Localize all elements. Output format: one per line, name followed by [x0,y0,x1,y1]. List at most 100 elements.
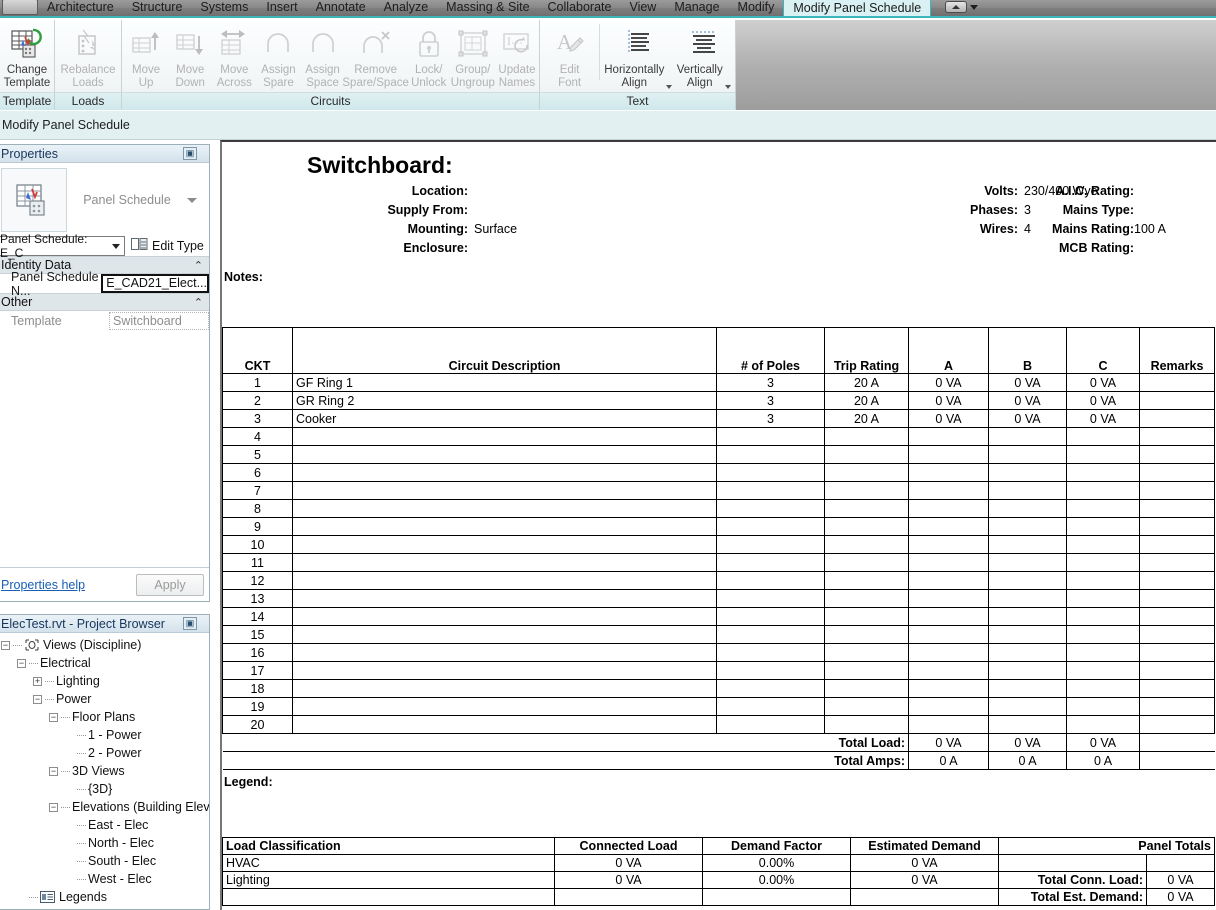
cell-phase-b[interactable] [988,517,1067,536]
cell-poles[interactable] [716,625,825,644]
cell-phase-c[interactable] [1066,607,1140,626]
lc-col-header-estimated[interactable]: Estimated Demand [850,837,999,855]
cell-remarks[interactable] [1139,643,1215,662]
cell-phase-b[interactable]: 0 VA [988,391,1067,410]
cell-phase-a[interactable] [908,553,989,572]
cell-trip-rating[interactable] [824,517,909,536]
cell-trip-rating[interactable]: 20 A [824,409,909,428]
lc-cell-demand-factor[interactable] [702,888,851,906]
cell-trip-rating[interactable] [824,607,909,626]
collapse-icon[interactable]: − [49,766,58,776]
cell-remarks[interactable] [1139,445,1215,464]
cell-description[interactable] [292,517,717,536]
circuit-row[interactable]: 9 [222,517,1215,536]
circuit-row[interactable]: 16 [222,643,1215,662]
circuit-row[interactable]: 10 [222,535,1215,554]
cell-phase-b[interactable] [988,697,1067,716]
vertically-align-button[interactable]: Vertically Align [672,24,735,89]
col-header-desc[interactable]: Circuit Description [292,327,717,374]
ribbon-tab-manage[interactable]: Manage [665,0,728,16]
tree-item-3d[interactable]: {3D} [0,780,209,798]
change-template-button[interactable]: Change Template [0,24,54,89]
cell-remarks[interactable] [1139,661,1215,680]
cell-trip-rating[interactable] [824,643,909,662]
cell-ckt[interactable]: 16 [222,643,293,662]
cell-description[interactable] [292,427,717,446]
cell-poles[interactable] [716,499,825,518]
cell-phase-c[interactable] [1066,715,1140,734]
cell-phase-c[interactable]: 0 VA [1066,391,1140,410]
cell-phase-c[interactable] [1066,445,1140,464]
cell-trip-rating[interactable] [824,427,909,446]
cell-phase-b[interactable]: 0 VA [988,409,1067,428]
cell-description[interactable] [292,445,717,464]
cell-remarks[interactable] [1139,409,1215,428]
cell-poles[interactable] [716,463,825,482]
cell-phase-c[interactable] [1066,481,1140,500]
cell-ckt[interactable]: 1 [222,373,293,392]
cell-phase-b[interactable] [988,481,1067,500]
properties-group-other[interactable]: Other ⌃ [0,293,209,311]
circuit-row[interactable]: 17 [222,661,1215,680]
cell-phase-b[interactable] [988,715,1067,734]
field-value-wires[interactable]: 4 [1024,222,1031,236]
expand-icon[interactable]: + [33,676,42,686]
cell-poles[interactable]: 3 [716,373,825,392]
cell-trip-rating[interactable] [824,463,909,482]
cell-phase-a[interactable]: 0 VA [908,373,989,392]
cell-remarks[interactable] [1139,625,1215,644]
cell-description[interactable]: GF Ring 1 [292,373,717,392]
ribbon-tab-systems[interactable]: Systems [191,0,257,16]
app-menu-button[interactable] [2,0,38,15]
cell-ckt[interactable]: 14 [222,607,293,626]
collapse-icon[interactable]: − [17,658,26,668]
cell-description[interactable] [292,607,717,626]
lc-cell-estimated-demand[interactable]: 0 VA [850,871,999,889]
lc-cell-estimated-demand[interactable]: 0 VA [850,854,999,872]
circuit-row[interactable]: 15 [222,625,1215,644]
move-down-button[interactable]: Move Down [168,24,212,89]
cell-poles[interactable] [716,589,825,608]
cell-poles[interactable] [716,715,825,734]
circuit-row[interactable]: 3 Cooker 3 20 A0 VA 0 VA 0 VA [222,409,1215,428]
cell-phase-a[interactable] [908,643,989,662]
circuit-row[interactable]: 8 [222,499,1215,518]
tree-item-electrical[interactable]: − Electrical [0,654,209,672]
cell-phase-b[interactable] [988,535,1067,554]
cell-phase-c[interactable] [1066,697,1140,716]
chevron-down-icon[interactable] [724,85,731,89]
cell-trip-rating[interactable] [824,679,909,698]
properties-help-link[interactable]: Properties help [1,578,85,592]
load-classification-row[interactable]: HVAC 0 VA 0.00% 0 VA [222,854,1215,872]
cell-phase-c[interactable] [1066,679,1140,698]
circuit-row[interactable]: 12 [222,571,1215,590]
field-value-mains-rating[interactable]: 100 A [1134,222,1166,236]
circuit-row[interactable]: 18 [222,679,1215,698]
cell-ckt[interactable]: 11 [222,553,293,572]
circuit-row[interactable]: 13 [222,589,1215,608]
lc-cell-connected-load[interactable] [554,888,703,906]
cell-remarks[interactable] [1139,589,1215,608]
cell-phase-c[interactable] [1066,499,1140,518]
cell-phase-b[interactable] [988,607,1067,626]
lc-cell-connected-load[interactable]: 0 VA [554,854,703,872]
cell-poles[interactable] [716,679,825,698]
cell-remarks[interactable] [1139,427,1215,446]
assign-space-button[interactable]: Assign Space [301,24,345,89]
cell-description[interactable] [292,499,717,518]
cell-remarks[interactable] [1139,499,1215,518]
cell-phase-b[interactable] [988,499,1067,518]
cell-trip-rating[interactable] [824,499,909,518]
cell-remarks[interactable] [1139,373,1215,392]
cell-phase-c[interactable]: 0 VA [1066,409,1140,428]
cell-description[interactable] [292,697,717,716]
cell-phase-a[interactable] [908,679,989,698]
cell-phase-c[interactable] [1066,661,1140,680]
cell-ckt[interactable]: 20 [222,715,293,734]
field-value-mounting[interactable]: Surface [474,222,517,236]
lock-unlock-button[interactable]: Lock/Unlock [407,24,451,89]
chevron-down-icon[interactable] [666,85,673,89]
ribbon-tab-annotate[interactable]: Annotate [307,0,375,16]
lc-col-header-name[interactable]: Load Classification [222,837,555,855]
cell-remarks[interactable] [1139,715,1215,734]
